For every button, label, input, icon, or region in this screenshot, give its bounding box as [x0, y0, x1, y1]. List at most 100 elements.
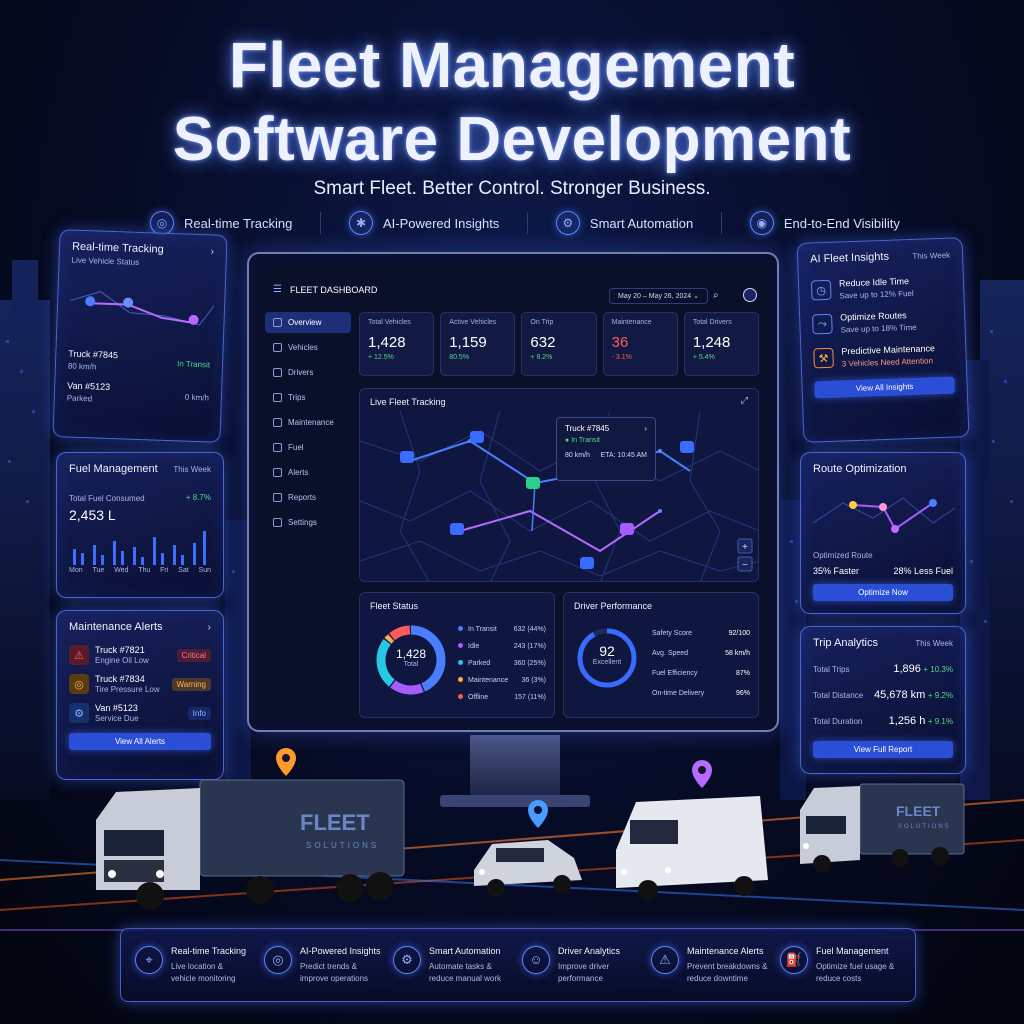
- nav-fuel[interactable]: Fuel: [265, 437, 351, 458]
- insight-title: Predictive Maintenance: [841, 343, 936, 357]
- insight-item[interactable]: ◷ Reduce Idle Time Save up to 12% Fuel: [810, 275, 952, 302]
- donut-total: 1,428: [395, 647, 427, 661]
- card-title: Real-time Tracking: [71, 240, 164, 256]
- truck-brand-text: FLEET: [896, 803, 941, 819]
- date-range-picker[interactable]: May 20 – May 26, 2024 ⌄: [609, 288, 708, 304]
- route-label: Optimized Route: [813, 551, 873, 560]
- nav-vehicles[interactable]: Vehicles: [265, 337, 351, 358]
- chevron-right-icon[interactable]: ›: [208, 622, 211, 633]
- eye-icon: ◉: [749, 211, 774, 235]
- feature-driver-analytics[interactable]: ☺ Driver Analytics Improve driver perform…: [518, 945, 647, 985]
- report-icon: [273, 493, 282, 502]
- view-all-insights-button[interactable]: View All Insights: [814, 376, 955, 399]
- trip-row: Total Trips 1,896 + 10.3%: [813, 663, 953, 675]
- warning-badge: Warning: [171, 677, 211, 691]
- stat-on-trip[interactable]: On Trip 632 + 8.2%: [521, 312, 597, 376]
- wrench-icon: ⚒: [813, 347, 834, 369]
- feature-pills: ◎ Real-time Tracking ✱ AI-Powered Insigh…: [150, 206, 900, 240]
- legend-value: 360 (25%): [513, 660, 546, 667]
- vehicle-name: Truck #7845: [68, 348, 119, 361]
- day-label: Sat: [178, 567, 189, 574]
- dashboard-monitor: ☰ FLEET DASHBOARD May 20 – May 26, 2024 …: [247, 252, 779, 732]
- insight-item[interactable]: ⚒ Predictive Maintenance 3 Vehicles Need…: [813, 343, 954, 370]
- card-title: AI Fleet Insights: [809, 250, 890, 266]
- feature-desc: Live location &: [171, 961, 224, 971]
- nav-label: Overview: [288, 318, 322, 327]
- nav-settings[interactable]: Settings: [265, 512, 351, 533]
- pill-ai-insights: ✱ AI-Powered Insights: [348, 211, 499, 235]
- chevron-right-icon[interactable]: ›: [210, 246, 214, 257]
- trip-row: Total Distance 45,678 km + 9.2%: [813, 689, 953, 701]
- fuel-management-card[interactable]: Fuel Management This Week Total Fuel Con…: [56, 452, 224, 598]
- feature-smart-automation[interactable]: ⚙ Smart Automation Automate tasks & reduc…: [389, 945, 518, 985]
- dashboard-title: FLEET DASHBOARD: [289, 284, 378, 295]
- nav-reports[interactable]: Reports: [265, 487, 351, 508]
- ai-fleet-insights-card[interactable]: AI Fleet Insights This Week ◷ Reduce Idl…: [796, 237, 970, 443]
- metric-label: Fuel Efficiency: [652, 669, 698, 677]
- vehicle-speed: 80 km/h: [67, 361, 97, 372]
- alert-row[interactable]: ⚠ Truck #7821 Engine Oil Low Critical: [69, 645, 211, 665]
- trip-value: 45,678 km: [873, 689, 926, 701]
- trip-value: 1,896: [893, 663, 921, 675]
- metric-value: 96%: [735, 689, 750, 697]
- menu-icon[interactable]: ☰: [273, 284, 282, 295]
- feature-maintenance-alerts[interactable]: ⚠ Maintenance Alerts Prevent breakdowns …: [647, 945, 776, 985]
- stat-change: + 12.5%: [368, 354, 394, 361]
- alert-issue: Engine Oil Low: [95, 656, 149, 665]
- nav-drivers[interactable]: Drivers: [265, 362, 351, 383]
- legend-value: 36 (3%): [521, 677, 546, 684]
- stat-total-drivers[interactable]: Total Drivers 1,248 + 5.4%: [683, 312, 760, 376]
- stat-value: 632: [530, 334, 556, 351]
- driver-performance-panel[interactable]: Driver Performance 92 Excellent Safety S…: [563, 592, 759, 718]
- truck-brand-text: FLEET: [300, 810, 370, 835]
- alert-row[interactable]: ⚙ Van #5123 Service Due Info: [69, 703, 211, 723]
- fuel-label: Total Fuel Consumed: [69, 494, 145, 503]
- vehicle-row[interactable]: Van #5123 Parked 0 km/h: [67, 380, 210, 407]
- insight-item[interactable]: ⤳ Optimize Routes Save up to 18% Time: [812, 309, 953, 336]
- stat-total-vehicles[interactable]: Total Vehicles 1,428 + 12.5%: [359, 312, 435, 376]
- avatar[interactable]: [743, 288, 757, 302]
- metric-row: Avg. Speed 58 km/h: [652, 643, 750, 663]
- timer-icon: ◷: [810, 279, 832, 301]
- svg-text:−: −: [742, 560, 748, 571]
- stat-active-vehicles[interactable]: Active Vehicles 1,159 80.5%: [440, 312, 516, 376]
- sidebar-nav: Overview Vehicles Drivers Trips Maintena…: [265, 312, 351, 537]
- legend-value: 243 (17%): [513, 643, 546, 650]
- fleet-status-panel[interactable]: Fleet Status 1,428 Total In Transit 632 (…: [359, 592, 555, 718]
- stat-value: 1,428: [368, 334, 406, 351]
- vehicle-marker-icon: [450, 523, 464, 535]
- realtime-tracking-card[interactable]: Real-time Tracking › Live Vehicle Status…: [52, 229, 228, 443]
- service-icon: ⚙: [69, 703, 89, 723]
- route-icon: [273, 393, 282, 402]
- metric-label: Avg. Speed: [652, 649, 689, 657]
- route-optimization-card[interactable]: Route Optimization Optimized Route 35% F…: [800, 452, 966, 614]
- driver-score: 92: [599, 643, 615, 659]
- stat-maintenance[interactable]: Maintenance 36 - 3.1%: [602, 312, 678, 376]
- search-icon[interactable]: ⌕: [713, 290, 719, 301]
- expand-icon[interactable]: ⤢: [741, 395, 748, 406]
- vehicle-marker-icon: [526, 477, 540, 489]
- nav-trips[interactable]: Trips: [265, 387, 351, 408]
- stat-value: 1,248: [692, 334, 731, 351]
- alert-vehicle: Truck #7834: [95, 674, 145, 684]
- popup-eta: ETA: 10:45 AM: [600, 452, 647, 459]
- metric-label: Safety Score: [652, 629, 693, 637]
- nav-maintenance[interactable]: Maintenance: [265, 412, 351, 433]
- nav-overview[interactable]: Overview: [265, 312, 351, 333]
- trip-label: Total Distance: [813, 690, 864, 700]
- feature-realtime-tracking[interactable]: ⌖ Real-time Tracking Live location & vehi…: [131, 945, 260, 985]
- nav-alerts[interactable]: Alerts: [265, 462, 351, 483]
- vehicle-popup[interactable]: Truck #7845 › ● In Transit 80 km/h ETA: 1…: [556, 417, 656, 481]
- day-label: Wed: [114, 567, 129, 574]
- truck-icon: [273, 343, 282, 352]
- optimize-now-button[interactable]: Optimize Now: [813, 584, 953, 601]
- nav-label: Vehicles: [288, 343, 318, 352]
- stat-label: Total Drivers: [692, 319, 732, 326]
- map-pin-icon: [849, 501, 857, 509]
- feature-fuel-management[interactable]: ⛽ Fuel Management Optimize fuel usage & r…: [776, 945, 905, 985]
- vehicle-row[interactable]: Truck #7845 80 km/h In Transit: [68, 349, 211, 376]
- alert-row[interactable]: ◎ Truck #7834 Tire Pressure Low Warning: [69, 674, 211, 694]
- chevron-right-icon[interactable]: ›: [644, 424, 647, 433]
- feature-ai-insights[interactable]: ◎ AI-Powered Insights Predict trends & im…: [260, 945, 389, 985]
- live-tracking-panel[interactable]: Live Fleet Tracking ⤢ + − Truck #7845 › …: [359, 388, 759, 582]
